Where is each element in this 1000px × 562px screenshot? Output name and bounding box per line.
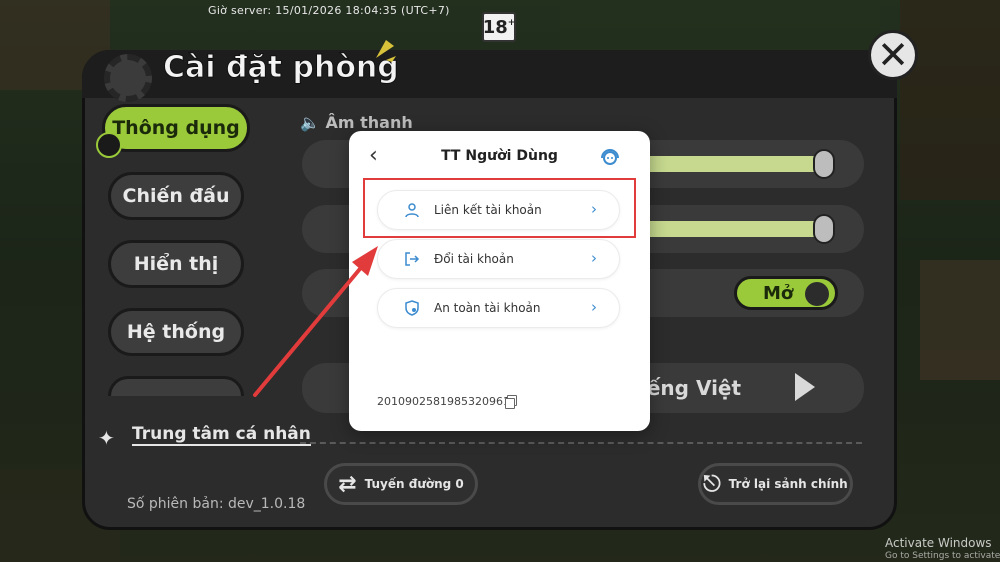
gear-icon xyxy=(104,54,152,102)
age-rating-badge: 18 + xyxy=(482,12,516,42)
chevron-right-icon: › xyxy=(591,249,597,267)
page-title: Cài đặt phòng xyxy=(163,50,400,86)
account-security-item[interactable]: An toàn tài khoản › xyxy=(377,288,620,328)
user-id: 2010902581985320961 xyxy=(377,395,510,408)
close-button[interactable]: ✕ xyxy=(868,30,918,80)
arrow-right-icon xyxy=(96,132,122,158)
divider xyxy=(300,442,862,444)
language-next-icon[interactable] xyxy=(795,373,815,401)
activation-watermark-title: Activate Windows xyxy=(885,536,992,550)
flair-icon xyxy=(376,40,396,62)
music-volume-fill xyxy=(640,156,822,172)
user-info-modal: ‹ TT Người Dùng Liên kết tài khoản › Đổi… xyxy=(349,131,650,431)
customer-support-icon[interactable] xyxy=(599,145,621,167)
chevron-right-icon: › xyxy=(591,200,597,218)
tab-combat[interactable]: Chiến đấu xyxy=(108,172,244,220)
tab-more[interactable] xyxy=(108,376,244,396)
route-button[interactable]: ⇄ Tuyến đường 0 xyxy=(324,463,478,505)
sound-section-label: 🔈 Âm thanh xyxy=(300,113,413,132)
personal-center-link[interactable]: Trung tâm cá nhân xyxy=(132,424,311,446)
switch-account-icon xyxy=(405,252,420,266)
return-lobby-button[interactable]: ⎋ Trở lại sảnh chính xyxy=(698,463,853,505)
user-icon xyxy=(405,203,419,218)
exit-icon: ⎋ xyxy=(703,471,721,497)
tab-display[interactable]: Hiển thị xyxy=(108,240,244,288)
tab-general[interactable]: Thông dụng xyxy=(102,104,250,152)
effects-volume-knob[interactable] xyxy=(813,214,835,244)
swap-icon: ⇄ xyxy=(338,471,357,497)
switch-account-item[interactable]: Đổi tài khoản › xyxy=(377,239,620,279)
effects-volume-fill xyxy=(640,221,822,237)
tab-system[interactable]: Hệ thống xyxy=(108,308,244,356)
shield-icon xyxy=(405,300,419,316)
server-time: Giờ server: 15/01/2026 18:04:35 (UTC+7) xyxy=(208,4,450,17)
sparkle-icon: ✦ xyxy=(98,426,115,450)
language-value: iếng Việt xyxy=(640,376,742,400)
activation-watermark-subtitle: Go to Settings to activate Windows. xyxy=(885,551,1000,561)
chevron-right-icon: › xyxy=(591,298,597,316)
music-volume-knob[interactable] xyxy=(813,149,835,179)
version-label: Số phiên bản: dev_1.0.18 xyxy=(127,496,306,512)
speaker-icon: 🔈 xyxy=(300,113,320,132)
sound-toggle[interactable]: Mở xyxy=(734,276,838,310)
link-account-item[interactable]: Liên kết tài khoản › xyxy=(377,190,620,230)
copy-icon[interactable] xyxy=(505,395,517,409)
